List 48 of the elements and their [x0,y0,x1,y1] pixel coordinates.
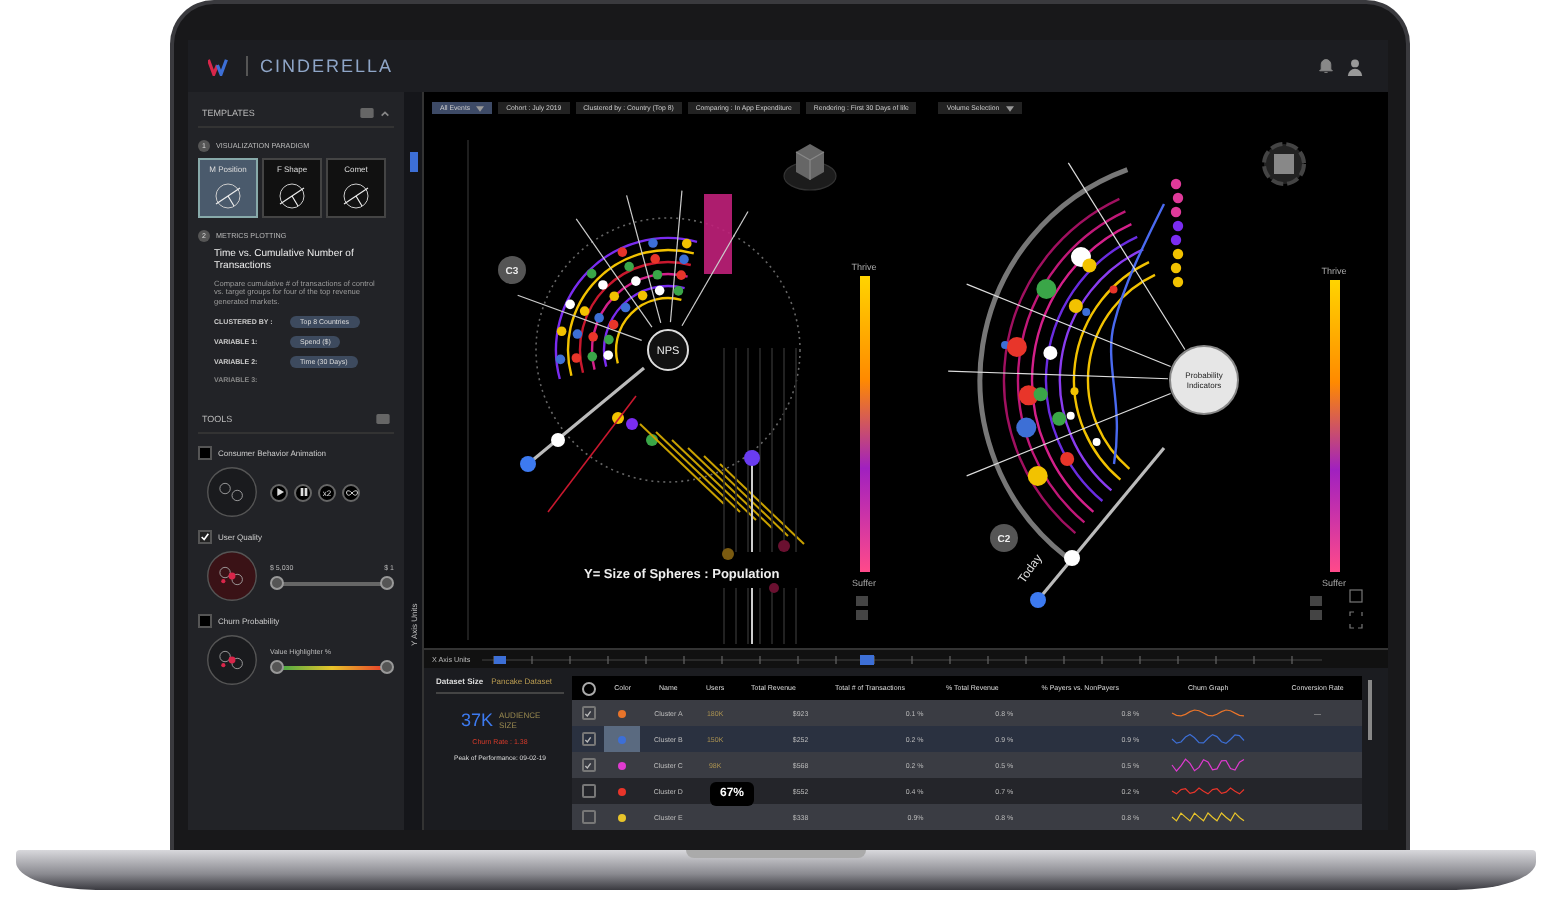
row-checkbox[interactable] [581,784,596,798]
row-checkbox[interactable] [581,758,596,772]
logo-icon [208,57,234,75]
check-icon [584,735,593,743]
cluster-badge [990,524,1018,552]
sparkline-drawing [1168,729,1249,747]
play-icon [275,488,283,497]
cluster-badge [498,256,526,284]
check-icon [584,761,593,769]
sparkline-drawing [1168,755,1249,773]
x-axis-slider[interactable] [482,653,1323,665]
cluster-dial-icon [206,466,258,519]
check-icon [584,709,593,717]
row-checkbox[interactable] [581,810,596,824]
guide-line [547,395,637,513]
cluster-dial-icon [206,634,258,687]
audience-size-value: 37K [460,710,493,730]
user-icon[interactable] [1346,57,1364,75]
infinity-icon [345,489,357,496]
camera-control-icon[interactable] [1262,142,1306,186]
app-title: CINDERELLA [260,56,394,76]
sparkline-drawing [1168,781,1249,799]
checkbox[interactable] [198,446,212,461]
row-checkbox[interactable] [581,706,596,720]
slider-drawing[interactable] [520,366,646,472]
center-node [647,329,689,371]
sparkline-drawing [1168,807,1249,825]
check-icon [200,532,210,543]
center-node [1169,345,1239,415]
checkbox[interactable] [198,614,212,629]
checkbox[interactable] [198,530,212,545]
caret-icon [1005,105,1014,111]
pause-icon [299,488,307,497]
row-checkbox[interactable] [581,732,596,746]
chevron-up-icon[interactable] [380,109,390,117]
play-button[interactable] [270,483,288,502]
bell-icon[interactable] [1318,58,1334,74]
range-slider[interactable] [276,581,388,586]
cube-icon[interactable] [783,144,837,191]
select-all-checkbox[interactable] [581,681,596,695]
pause-button[interactable] [294,483,312,502]
cluster-dial-icon [206,550,258,603]
sparkline-drawing [1168,703,1249,721]
scrollbar[interactable] [1368,680,1372,740]
caret-icon [476,105,485,111]
menu-icon[interactable] [376,414,390,425]
gradient-slider[interactable] [276,665,388,670]
loop-button[interactable] [342,483,360,502]
